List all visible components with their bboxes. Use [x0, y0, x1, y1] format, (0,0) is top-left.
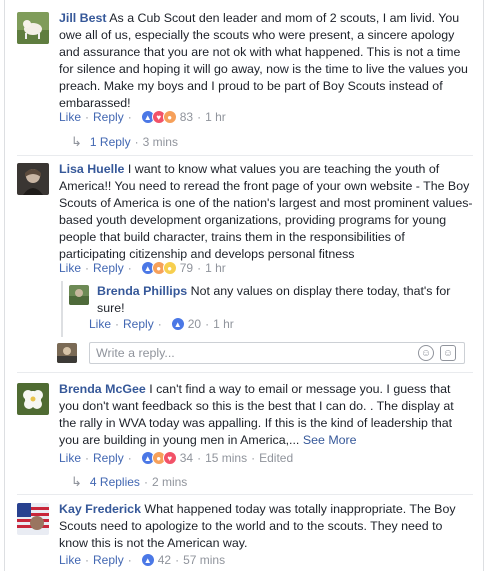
avatar[interactable] — [17, 383, 49, 415]
comment-body: Kay Frederick What happened today was to… — [59, 501, 473, 552]
reaction-count[interactable]: 42 — [158, 553, 171, 567]
comment-time[interactable]: 1 hr — [205, 110, 226, 124]
separator: · — [115, 317, 120, 331]
reply-actions: Like · Reply · ▲ 20 · 1 hr — [89, 316, 234, 332]
comment-text: I want to know what values you are teach… — [59, 162, 473, 261]
separator: · — [143, 475, 148, 489]
reactions-summary[interactable]: ▲ — [140, 553, 155, 567]
like-link[interactable]: Like — [89, 317, 111, 331]
commenter-name[interactable]: Jill Best — [59, 11, 107, 25]
comment-actions: Like · Reply · ▲ ♥ ● 83 · 1 hr — [59, 109, 226, 125]
commenter-name[interactable]: Kay Frederick — [59, 502, 141, 516]
separator: · — [205, 317, 210, 331]
reaction-count[interactable]: 20 — [188, 317, 201, 331]
avatar[interactable] — [17, 503, 49, 535]
divider — [17, 372, 473, 373]
like-reaction-icon: ▲ — [170, 317, 185, 331]
reactions-summary[interactable]: ▲ ♥ ● — [140, 110, 177, 124]
reactions-summary[interactable]: ▲ ● ● — [140, 261, 177, 275]
commenter-name[interactable]: Brenda Phillips — [97, 284, 187, 298]
like-link[interactable]: Like — [59, 261, 81, 275]
view-replies-link[interactable]: ↳ 1 Reply · 3 mins — [71, 134, 178, 150]
avatar[interactable] — [17, 12, 49, 44]
comment-actions: Like · Reply · ▲ ● ♥ 34 · 15 mins · Edit… — [59, 450, 293, 466]
divider — [17, 155, 473, 156]
like-link[interactable]: Like — [59, 553, 81, 567]
reaction-count[interactable]: 79 — [180, 261, 193, 275]
separator: · — [127, 110, 132, 124]
replies-time: 2 mins — [151, 475, 188, 489]
comment-body: Brenda Phillips Not any values on displa… — [97, 283, 473, 317]
separator: · — [85, 553, 90, 567]
comment-time[interactable]: 1 hr — [205, 261, 226, 275]
like-link[interactable]: Like — [59, 451, 81, 465]
reply-link[interactable]: Reply — [93, 261, 124, 275]
separator: · — [134, 135, 139, 149]
avatar[interactable] — [69, 285, 89, 305]
comment-body: Jill Best As a Cub Scout den leader and … — [59, 10, 473, 112]
reply-arrow-icon: ↳ — [71, 134, 82, 149]
separator: · — [127, 261, 132, 275]
separator: · — [127, 553, 132, 567]
comment-time[interactable]: 15 mins — [205, 451, 247, 465]
comment-actions: Like · Reply · ▲ ● ● 79 · 1 hr — [59, 260, 226, 276]
emoji-icon[interactable]: ☺ — [418, 345, 434, 361]
current-user-avatar — [57, 343, 77, 363]
reply-input[interactable] — [90, 343, 390, 363]
separator: · — [85, 261, 90, 275]
comment-time[interactable]: 1 hr — [213, 317, 234, 331]
separator: · — [85, 110, 90, 124]
sad-reaction-icon: ● — [162, 261, 177, 275]
comment-text: As a Cub Scout den leader and mom of 2 s… — [59, 11, 468, 110]
like-reaction-icon: ▲ — [140, 553, 155, 567]
edited-label[interactable]: Edited — [259, 451, 293, 465]
view-replies-link[interactable]: ↳ 4 Replies · 2 mins — [71, 474, 187, 490]
reply-arrow-icon: ↳ — [71, 474, 82, 489]
comment-body: Lisa Huelle I want to know what values y… — [59, 161, 473, 263]
see-more-link[interactable]: See More — [303, 433, 357, 447]
love-reaction-icon: ♥ — [162, 451, 177, 465]
reactions-summary[interactable]: ▲ — [170, 317, 185, 331]
like-link[interactable]: Like — [59, 110, 81, 124]
separator: · — [251, 451, 256, 465]
separator: · — [197, 451, 202, 465]
reply-link[interactable]: Reply — [93, 451, 124, 465]
reactions-summary[interactable]: ▲ ● ♥ — [140, 451, 177, 465]
comments-panel: Jill Best As a Cub Scout den leader and … — [4, 0, 484, 571]
separator: · — [127, 451, 132, 465]
reaction-count[interactable]: 34 — [180, 451, 193, 465]
avatar[interactable] — [17, 163, 49, 195]
divider — [17, 494, 473, 495]
angry-reaction-icon: ● — [162, 110, 177, 124]
replies-count[interactable]: 1 Reply — [90, 135, 131, 149]
comment-body: Brenda McGee I can't find a way to email… — [59, 381, 473, 449]
commenter-name[interactable]: Lisa Huelle — [59, 162, 124, 176]
reply-link[interactable]: Reply — [93, 553, 124, 567]
replies-count[interactable]: 4 Replies — [90, 475, 140, 489]
sticker-icon[interactable]: ☺ — [440, 345, 456, 361]
separator: · — [175, 553, 180, 567]
comment-time[interactable]: 57 mins — [183, 553, 225, 567]
separator: · — [85, 451, 90, 465]
separator: · — [157, 317, 162, 331]
reply-link[interactable]: Reply — [93, 110, 124, 124]
separator: · — [197, 110, 202, 124]
reply-input-box[interactable]: ☺ ☺ — [89, 342, 465, 364]
replies-time: 3 mins — [142, 135, 178, 149]
reply-link[interactable]: Reply — [123, 317, 154, 331]
thread-line — [61, 281, 63, 337]
reaction-count[interactable]: 83 — [180, 110, 193, 124]
separator: · — [197, 261, 202, 275]
comment-actions: Like · Reply · ▲ 42 · 57 mins — [59, 552, 225, 568]
commenter-name[interactable]: Brenda McGee — [59, 382, 146, 396]
